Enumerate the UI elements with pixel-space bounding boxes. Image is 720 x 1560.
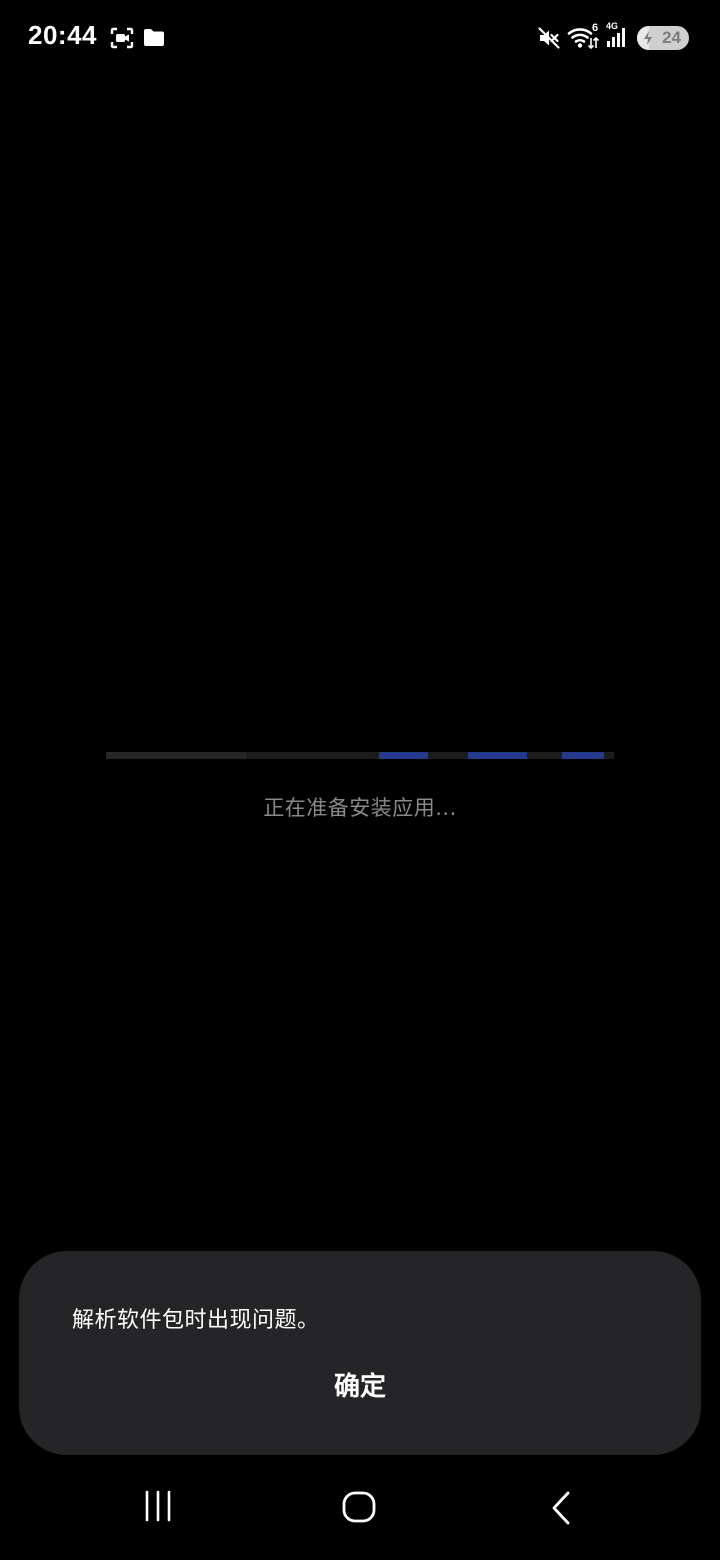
progress-indicator-segment — [562, 752, 604, 759]
charging-icon — [642, 30, 654, 50]
folder-icon — [143, 28, 165, 47]
navigation-bar — [0, 1470, 720, 1560]
back-button[interactable] — [531, 1490, 591, 1540]
install-status-text: 正在准备安装应用... — [263, 796, 457, 820]
home-button[interactable] — [329, 1490, 389, 1540]
network-type-label: 4G — [606, 21, 619, 31]
recent-apps-button[interactable] — [128, 1490, 188, 1540]
mute-icon — [537, 26, 561, 50]
battery-level: 24 — [662, 28, 681, 47]
wifi-icon: 6 — [567, 22, 601, 50]
install-progress-bar — [106, 752, 614, 759]
status-time: 20:44 — [28, 20, 97, 50]
dialog-message: 解析软件包时出现问题。 — [72, 1308, 320, 1333]
progress-indicator-segment — [379, 752, 428, 759]
screen-recorder-icon — [110, 27, 134, 49]
ok-button[interactable]: 确定 — [260, 1359, 460, 1415]
battery-indicator: 24 — [637, 26, 689, 50]
progress-track-segment — [106, 752, 246, 759]
wifi-generation-label: 6 — [592, 22, 599, 34]
error-dialog: 解析软件包时出现问题。 确定 — [19, 1251, 701, 1455]
back-icon — [531, 1490, 591, 1526]
status-bar: 20:44 6 4G 24 — [0, 0, 720, 76]
signal-icon: 4G — [604, 21, 630, 50]
recent-apps-icon — [128, 1490, 188, 1522]
progress-indicator-segment — [468, 752, 527, 759]
home-icon — [329, 1490, 389, 1524]
